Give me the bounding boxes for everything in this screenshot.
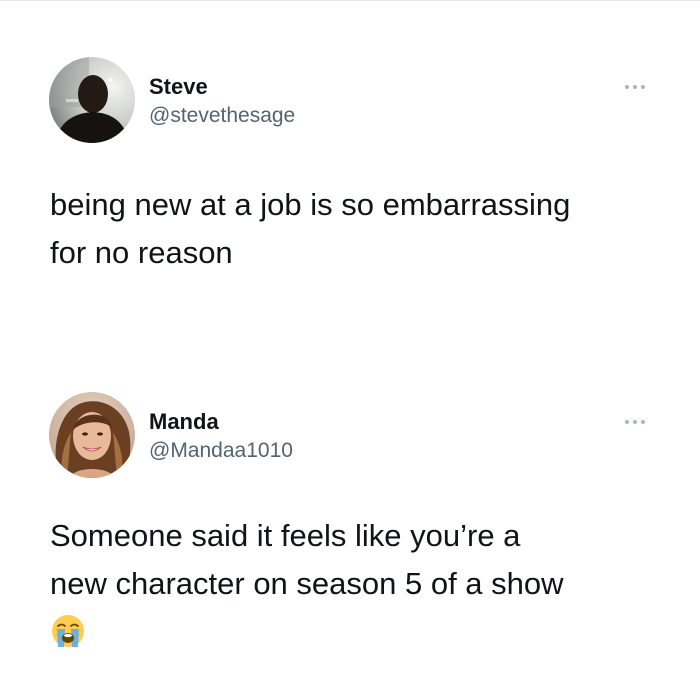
more-options-icon[interactable]	[621, 81, 651, 93]
more-options-icon[interactable]	[621, 416, 651, 428]
avatar-photo-steve	[49, 57, 135, 143]
avatar[interactable]	[49, 57, 135, 143]
tweet-text-line: new character on season 5 of a show	[50, 566, 564, 601]
avatar-photo-manda	[49, 392, 135, 478]
user-handle[interactable]: @stevethesage	[149, 104, 295, 128]
tweet-text: Someone said it feels like you’re a new …	[50, 512, 670, 608]
tweet-text-line: being new at a job is so embarrassing	[50, 187, 571, 222]
top-divider	[0, 0, 700, 1]
loudly-crying-face-icon	[50, 613, 86, 649]
tweet-text: being new at a job is so embarrassing fo…	[50, 181, 670, 277]
display-name[interactable]: Steve	[149, 74, 208, 100]
user-handle[interactable]: @Mandaa1010	[149, 439, 293, 463]
display-name[interactable]: Manda	[149, 409, 219, 435]
tweet-text-line: Someone said it feels like you’re a	[50, 518, 521, 553]
avatar[interactable]	[49, 392, 135, 478]
tweet-text-line: for no reason	[50, 235, 233, 270]
